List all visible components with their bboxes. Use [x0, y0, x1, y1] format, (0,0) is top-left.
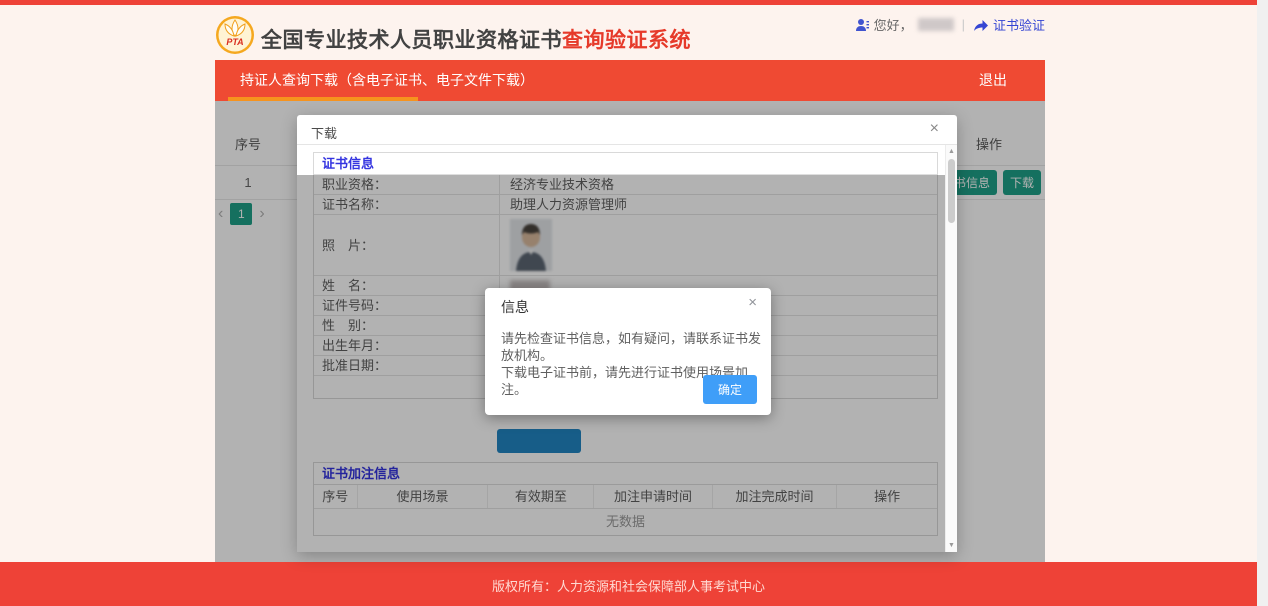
- site-footer: 版权所有：人力资源和社会保障部人事考试中心: [0, 562, 1257, 606]
- share-arrow-icon: [973, 18, 989, 32]
- page-title: 全国专业技术人员职业资格证书查询验证系统: [261, 24, 691, 54]
- download-modal-close-icon[interactable]: ×: [930, 120, 939, 138]
- main-navbar: 持证人查询下载（含电子证书、电子文件下载） 退出: [215, 60, 1045, 101]
- confirm-button[interactable]: 确定: [703, 375, 757, 404]
- redacted-username: [918, 18, 954, 31]
- logout-button[interactable]: 退出: [979, 60, 1007, 101]
- info-msgbox: 信息 × 请先检查证书信息，如有疑问，请联系证书发放机构。 下载电子证书前，请先…: [485, 288, 771, 415]
- msgbox-title: 信息: [501, 297, 529, 317]
- cert-info-section-title: 证书信息: [314, 153, 937, 175]
- msgbox-close-icon[interactable]: ×: [748, 294, 757, 311]
- user-divider: |: [962, 17, 965, 32]
- greeting-text: 您好，: [874, 15, 913, 34]
- user-icon: [855, 18, 869, 32]
- user-bar: 您好， | 证书验证: [855, 15, 1045, 34]
- page-title-accent: 查询验证系统: [562, 29, 691, 52]
- scrollbar-thumb[interactable]: [948, 159, 955, 223]
- scroll-down-icon[interactable]: ▼: [946, 542, 957, 549]
- verify-link[interactable]: 证书验证: [993, 15, 1045, 34]
- scroll-up-icon[interactable]: ▲: [946, 148, 957, 155]
- modal-scrollbar[interactable]: ▲ ▼: [945, 145, 957, 552]
- copyright-text: 版权所有：人力资源和社会保障部人事考试中心: [492, 576, 765, 595]
- msgbox-line-1: 请先检查证书信息，如有疑问，请联系证书发放机构。: [501, 330, 771, 364]
- app-root: PTA 全国专业技术人员职业资格证书查询验证系统 您好， | 证书验证 持证人查…: [0, 0, 1268, 606]
- tab-holder-query-download[interactable]: 持证人查询下载（含电子证书、电子文件下载）: [228, 60, 546, 101]
- svg-text:PTA: PTA: [226, 37, 243, 47]
- browser-scrollbar[interactable]: [1257, 0, 1268, 606]
- pta-logo-icon: PTA: [215, 15, 255, 55]
- download-modal-header: 下载 ×: [297, 115, 957, 145]
- top-accent-strip: [0, 0, 1257, 5]
- page-title-main: 全国专业技术人员职业资格证书: [261, 29, 562, 52]
- download-modal-title: 下载: [311, 123, 337, 142]
- site-header: PTA 全国专业技术人员职业资格证书查询验证系统 您好， | 证书验证: [215, 12, 1045, 60]
